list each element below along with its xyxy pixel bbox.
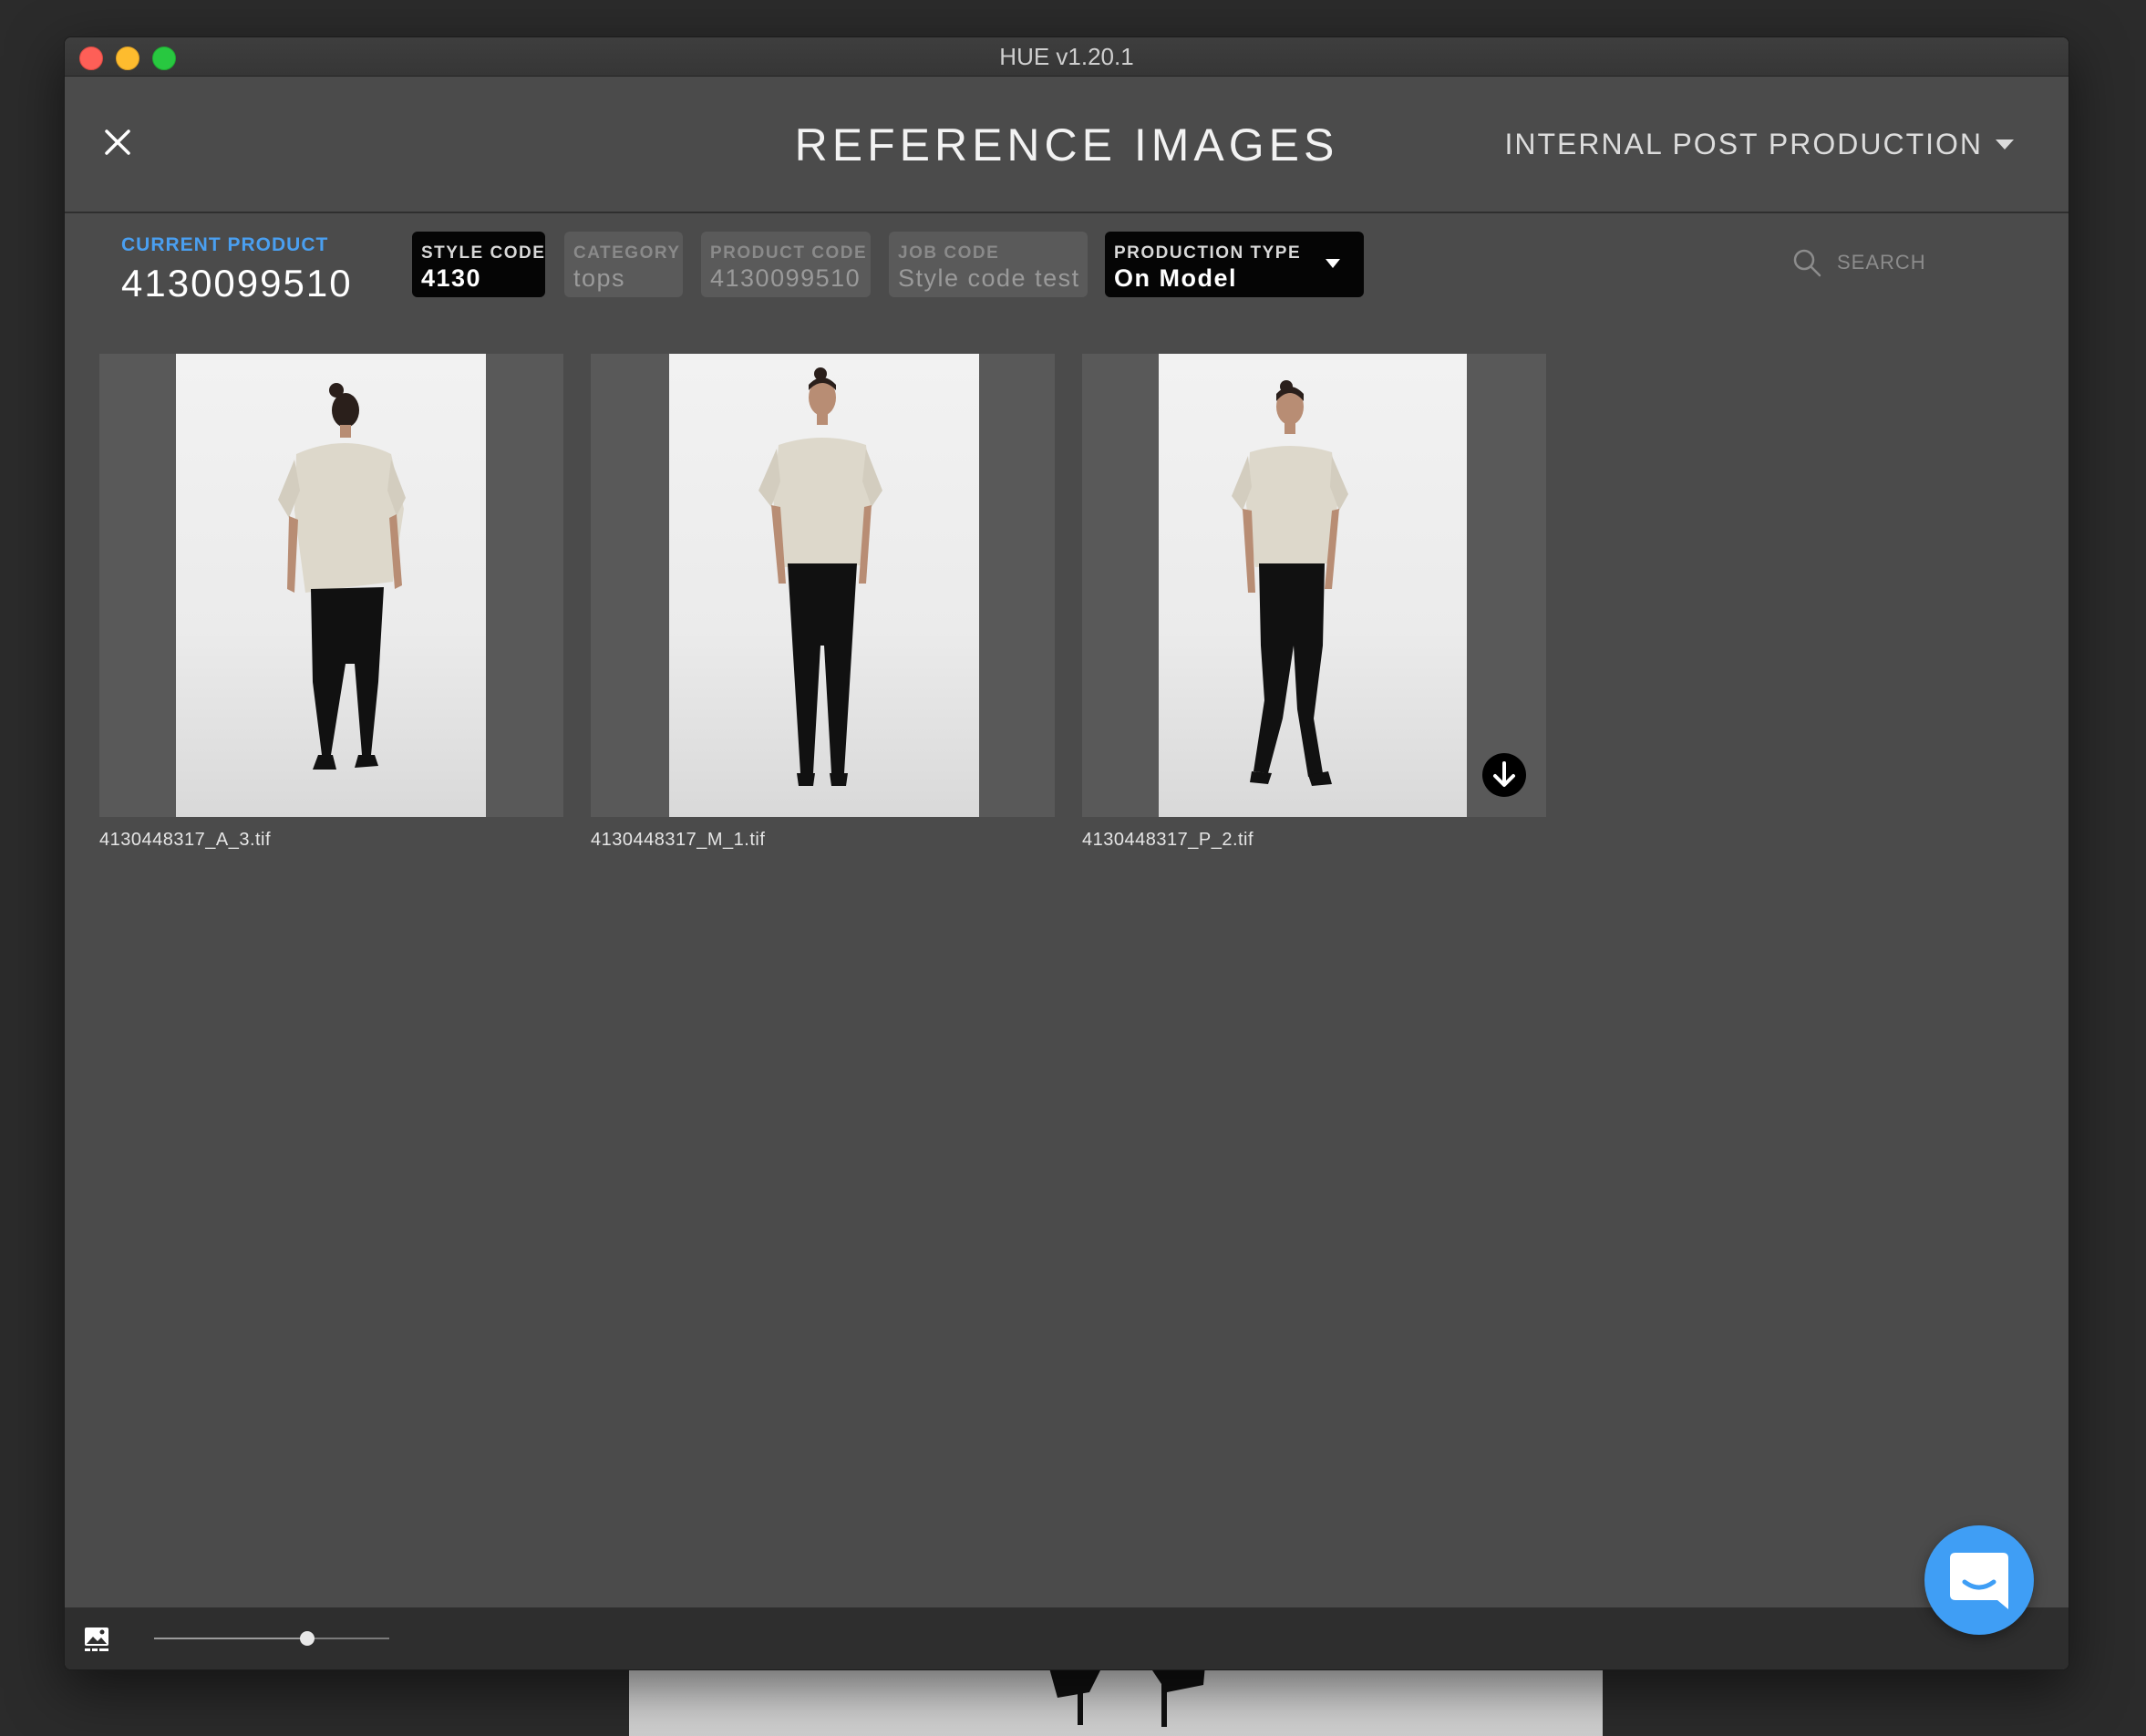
chat-icon [1950, 1553, 2008, 1609]
filter-value: tops [573, 264, 626, 292]
thumbnail-size-toggle[interactable] [83, 1626, 110, 1658]
image-filename: 4130448317_A_3.tif [99, 830, 272, 850]
slider-fill [154, 1638, 307, 1639]
filter-category[interactable]: CATEGORY tops [564, 232, 683, 297]
filter-production-type-dropdown[interactable]: PRODUCTION TYPE On Model [1105, 232, 1364, 297]
filter-label: PRODUCTION TYPE [1114, 243, 1302, 263]
filter-label: STYLE CODE [421, 243, 546, 263]
image-filename: 4130448317_M_1.tif [591, 830, 766, 850]
slider-handle[interactable] [299, 1631, 315, 1646]
search-icon [1793, 249, 1821, 277]
photo-back-view [176, 354, 486, 817]
current-product-label: CURRENT PRODUCT [121, 234, 329, 255]
current-product-value: 4130099510 [121, 262, 353, 305]
filter-product-code[interactable]: PRODUCT CODE 4130099510 [701, 232, 871, 297]
filter-label: PRODUCT CODE [710, 243, 868, 263]
title-bar: HUE v1.20.1 [65, 37, 2069, 77]
page-header: REFERENCE IMAGES INTERNAL POST PRODUCTIO… [65, 77, 2069, 213]
model-figure [758, 367, 882, 786]
background-window-strip [629, 1665, 1603, 1736]
model-figure [1232, 380, 1348, 786]
filter-style-code[interactable]: STYLE CODE 4130 [412, 232, 545, 297]
search-input[interactable] [1835, 250, 2039, 275]
image-icon [85, 1628, 108, 1651]
search-box[interactable] [1791, 247, 2039, 278]
chat-button[interactable] [1924, 1525, 2034, 1635]
filter-value: On Model [1114, 264, 1237, 292]
download-icon [1493, 761, 1515, 787]
image-filename: 4130448317_P_2.tif [1082, 830, 1254, 850]
chevron-down-icon [1996, 140, 2014, 150]
image-card[interactable]: 4130448317_P_2.tif [1082, 354, 1546, 851]
filter-value: Style code test [898, 264, 1080, 292]
chevron-down-icon [1326, 259, 1340, 268]
image-thumbnail[interactable] [99, 354, 563, 817]
background-shoes-image [1048, 1665, 1205, 1727]
download-button[interactable] [1482, 753, 1526, 797]
filter-label: JOB CODE [898, 243, 1000, 263]
footer-bar [65, 1607, 2069, 1669]
app-window: HUE v1.20.1 REFERENCE IMAGES INTERNAL PO… [64, 36, 2069, 1670]
image-card[interactable]: 4130448317_M_1.tif [591, 354, 1055, 851]
filter-job-code[interactable]: JOB CODE Style code test [889, 232, 1088, 297]
department-label: INTERNAL POST PRODUCTION [1504, 128, 1983, 160]
image-card[interactable]: 4130448317_A_3.tif [99, 354, 563, 851]
photo-front-view [669, 354, 979, 817]
filter-label: CATEGORY [573, 243, 681, 263]
filter-value: 4130099510 [710, 264, 861, 292]
window-title: HUE v1.20.1 [999, 43, 1134, 70]
image-thumbnail[interactable] [1082, 354, 1546, 817]
photo-walking-view [1159, 354, 1467, 817]
department-dropdown[interactable]: INTERNAL POST PRODUCTION [1504, 128, 2014, 161]
image-thumbnail[interactable] [591, 354, 1055, 817]
model-figure [278, 383, 406, 770]
filter-value: 4130 [421, 264, 482, 292]
thumbnail-size-slider[interactable] [154, 1631, 389, 1646]
